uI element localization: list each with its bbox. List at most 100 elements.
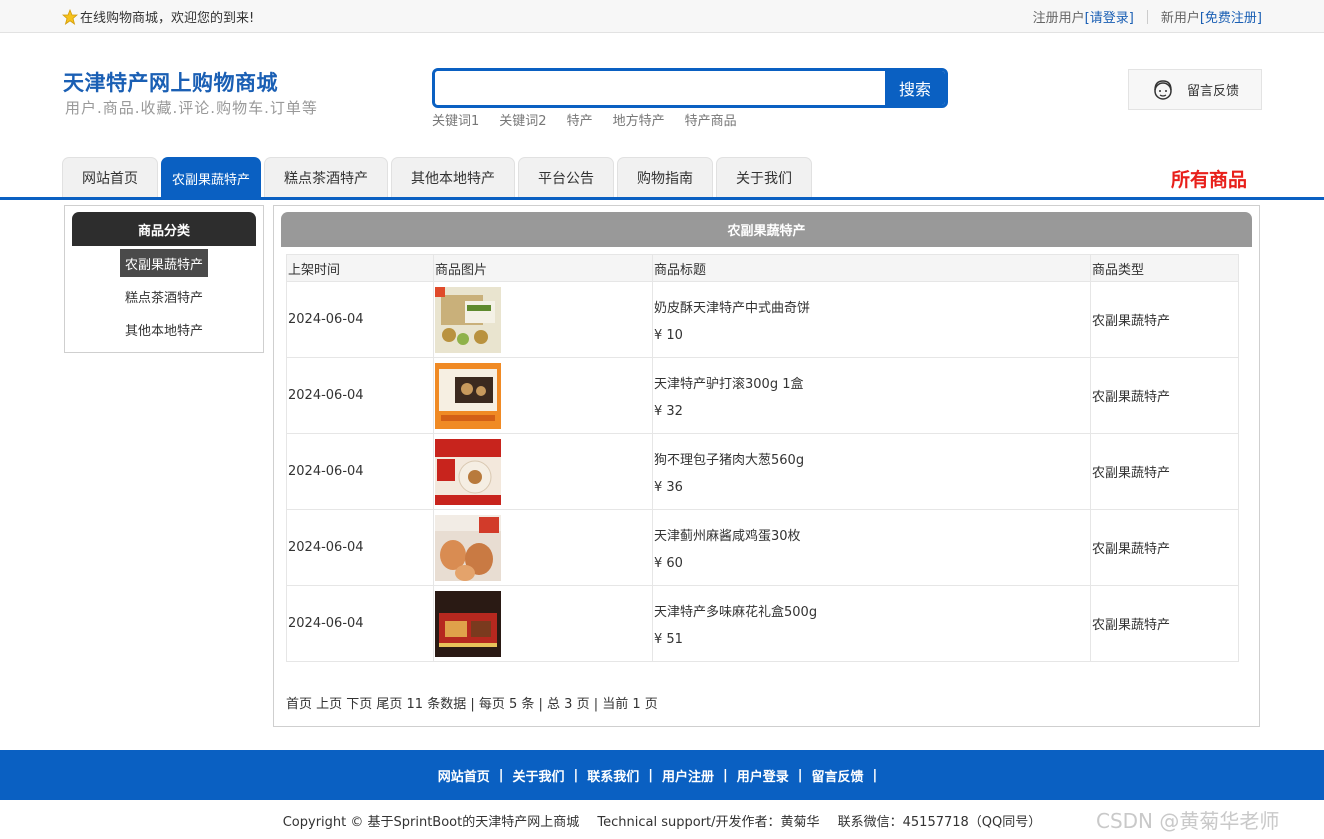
new-user-label: 新用户 <box>1160 11 1200 26</box>
product-price: ¥ 36 <box>654 479 683 495</box>
tab-announcements[interactable]: 平台公告 <box>518 157 615 198</box>
section-title: 农副果蔬特产 <box>281 212 1252 247</box>
title-cell: 狗不理包子猪肉大葱560g ¥ 36 <box>652 433 1091 510</box>
table-header-row: 上架时间 商品图片 商品标题 商品类型 <box>286 254 1239 282</box>
category-item-pastry[interactable]: 糕点茶酒特产 <box>120 282 208 310</box>
product-title[interactable]: 奶皮酥天津特产中式曲奇饼 <box>654 297 1090 316</box>
type-cell: 农副果蔬特产 <box>1090 585 1239 662</box>
product-price: ¥ 32 <box>654 403 683 419</box>
keyword-link[interactable]: 特产 <box>567 110 593 129</box>
date-cell: 2024-06-04 <box>286 585 434 662</box>
type-cell: 农副果蔬特产 <box>1090 357 1239 434</box>
account-links: 注册用户 [请登录] 新用户 [免费注册] <box>1033 7 1262 26</box>
keyword-link[interactable]: 特产商品 <box>685 110 737 129</box>
star-icon <box>62 8 78 25</box>
product-title[interactable]: 天津特产多味麻花礼盒500g <box>654 601 1090 620</box>
hot-keywords: 关键词1 关键词2 特产 地方特产 特产商品 <box>432 110 757 129</box>
main-nav: 网站首页 农副果蔬特产 糕点茶酒特产 其他本地特产 平台公告 购物指南 关于我们 <box>62 157 815 198</box>
table-row: 2024-06-04 奶皮酥天津特产中式曲奇饼 ¥ 10 农副果蔬特产 <box>286 281 1239 358</box>
table-row: 2024-06-04 狗不理包子猪肉大葱560g ¥ 36 农副果蔬特产 <box>286 433 1239 510</box>
type-cell: 农副果蔬特产 <box>1090 433 1239 510</box>
image-cell <box>433 281 653 358</box>
product-title[interactable]: 狗不理包子猪肉大葱560g <box>654 449 1090 468</box>
footer-separator: | <box>573 767 579 783</box>
title-cell: 天津特产驴打滚300g 1盒 ¥ 32 <box>652 357 1091 434</box>
date-cell: 2024-06-04 <box>286 433 434 510</box>
footer-link-feedback[interactable]: 留言反馈 <box>812 766 864 785</box>
category-sidebar: 商品分类 农副果蔬特产 糕点茶酒特产 其他本地特产 <box>64 205 264 353</box>
column-header: 商品类型 <box>1090 254 1239 282</box>
category-item-other[interactable]: 其他本地特产 <box>120 315 208 343</box>
footer-separator: | <box>498 767 504 783</box>
login-link[interactable]: [请登录] <box>1085 7 1134 26</box>
category-item-agri[interactable]: 农副果蔬特产 <box>119 249 208 277</box>
category-title: 商品分类 <box>72 212 256 246</box>
footer-link-login[interactable]: 用户登录 <box>737 766 789 785</box>
column-header: 上架时间 <box>286 254 434 282</box>
pagination[interactable]: 首页 上页 下页 尾页 11 条数据 | 每页 5 条 | 总 3 页 | 当前… <box>286 693 658 712</box>
tab-other-local[interactable]: 其他本地特产 <box>391 157 516 198</box>
footer-separator: | <box>723 767 728 783</box>
register-label: 注册用户 <box>1032 11 1085 26</box>
product-price: ¥ 51 <box>654 631 683 647</box>
product-image[interactable] <box>435 590 501 657</box>
search-input[interactable] <box>435 71 885 105</box>
all-goods-link[interactable]: 所有商品 <box>1171 165 1247 192</box>
table-row: 2024-06-04 天津特产多味麻花礼盒500g ¥ 51 农副果蔬特产 <box>286 585 1239 662</box>
category-list: 农副果蔬特产 糕点茶酒特产 其他本地特产 <box>65 249 263 348</box>
image-cell <box>433 509 653 586</box>
feedback-button[interactable]: 留言反馈 <box>1128 69 1262 110</box>
keyword-link[interactable]: 地方特产 <box>613 110 665 129</box>
product-title[interactable]: 天津特产驴打滚300g 1盒 <box>654 373 1090 392</box>
keyword-link[interactable]: 关键词2 <box>499 110 546 129</box>
image-cell <box>433 357 653 434</box>
site-title[interactable]: 天津特产网上购物商城 <box>63 67 278 97</box>
footer-separator: | <box>797 767 803 783</box>
column-header: 商品图片 <box>433 254 653 282</box>
footer-link-register[interactable]: 用户注册 <box>662 766 714 785</box>
goods-panel: 农副果蔬特产 上架时间 商品图片 商品标题 商品类型 2024-06-04 奶皮… <box>273 205 1260 727</box>
feedback-label: 留言反馈 <box>1187 84 1240 99</box>
product-title[interactable]: 天津蓟州麻酱咸鸡蛋30枚 <box>654 525 1090 544</box>
product-image[interactable] <box>435 514 501 581</box>
footer-link-contact[interactable]: 联系我们 <box>587 766 639 785</box>
date-cell: 2024-06-04 <box>286 357 434 434</box>
copyright-text: Copyright © 基于SprintBoot的天津特产网上商城 <box>282 815 580 830</box>
tab-pastry-tea-wine[interactable]: 糕点茶酒特产 <box>264 157 389 198</box>
welcome-message: 在线购物商城，欢迎您的到来! <box>62 7 254 26</box>
footer-nav: 网站首页 | 关于我们 | 联系我们 | 用户注册 | 用户登录 | 留言反馈 | <box>0 750 1324 800</box>
product-price: ¥ 60 <box>654 555 683 571</box>
footer-link-about[interactable]: 关于我们 <box>512 766 564 785</box>
footer-link-home[interactable]: 网站首页 <box>438 766 490 785</box>
tab-about-us[interactable]: 关于我们 <box>716 157 813 198</box>
watermark: CSDN @黄菊华老师 <box>1096 809 1280 833</box>
signup-link[interactable]: [免费注册] <box>1200 7 1262 26</box>
column-header: 商品标题 <box>652 254 1091 282</box>
keyword-link[interactable]: 关键词1 <box>432 110 479 129</box>
contact-text: 联系微信：45157718（QQ同号） <box>837 815 1042 830</box>
image-cell <box>433 433 653 510</box>
product-image[interactable] <box>435 362 501 429</box>
nav-underline <box>0 197 1324 200</box>
divider <box>1146 9 1148 24</box>
footer-separator: | <box>648 767 653 783</box>
welcome-text: 在线购物商城，欢迎您的到来! <box>80 11 255 26</box>
tab-home[interactable]: 网站首页 <box>62 157 158 198</box>
product-image[interactable] <box>435 438 501 505</box>
top-bar: 在线购物商城，欢迎您的到来! 注册用户 [请登录] 新用户 [免费注册] <box>0 0 1324 33</box>
title-cell: 天津蓟州麻酱咸鸡蛋30枚 ¥ 60 <box>652 509 1091 586</box>
tab-shopping-guide[interactable]: 购物指南 <box>617 157 714 198</box>
search-box: 搜索 <box>432 68 948 108</box>
product-price: ¥ 10 <box>654 327 683 343</box>
type-cell: 农副果蔬特产 <box>1090 509 1239 586</box>
customer-service-icon <box>1154 79 1172 100</box>
site-subtitle: 用户.商品.收藏.评论.购物车.订单等 <box>65 99 318 117</box>
support-text: Technical support/开发作者：黄菊华 <box>597 815 820 830</box>
table-row: 2024-06-04 天津蓟州麻酱咸鸡蛋30枚 ¥ 60 农副果蔬特产 <box>286 509 1239 586</box>
search-button[interactable]: 搜索 <box>885 71 945 105</box>
tab-agri-produce[interactable]: 农副果蔬特产 <box>161 157 262 198</box>
product-image[interactable] <box>435 286 501 353</box>
date-cell: 2024-06-04 <box>286 509 434 586</box>
type-cell: 农副果蔬特产 <box>1090 281 1239 358</box>
title-cell: 奶皮酥天津特产中式曲奇饼 ¥ 10 <box>652 281 1091 358</box>
